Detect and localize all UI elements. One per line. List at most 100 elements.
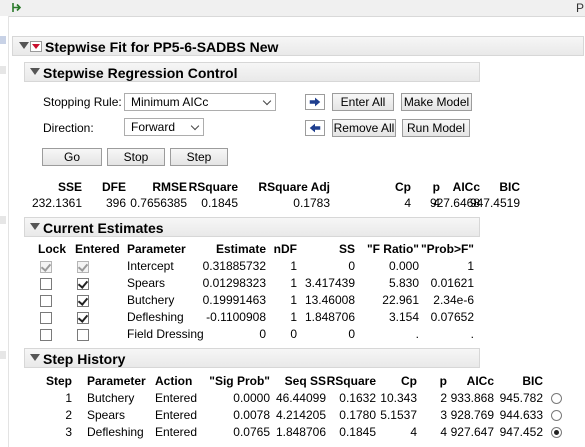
current-estimates-table: Lock Entered Parameter Estimate nDF SS "… xyxy=(36,240,486,345)
estimate-value: 0.31885732 xyxy=(202,259,266,273)
estimates-header-f-ratio: "F Ratio" xyxy=(366,242,419,256)
check-icon xyxy=(77,295,89,306)
history-sig-prob: 0.0000 xyxy=(233,391,270,405)
summary-header: DFE xyxy=(102,180,126,194)
estimate-ndf: 1 xyxy=(290,310,297,324)
estimate-parameter: Spears xyxy=(127,276,166,290)
stopping-rule-label: Stopping Rule: xyxy=(43,95,122,109)
history-sig-prob: 0.0078 xyxy=(233,408,270,422)
entered-checkbox[interactable] xyxy=(77,312,89,324)
history-parameter: Spears xyxy=(87,408,126,422)
current-estimates-header[interactable]: Current Estimates xyxy=(24,217,480,237)
direction-select[interactable]: Forward xyxy=(124,118,204,136)
history-p: 2 xyxy=(440,391,447,405)
lock-checkbox[interactable] xyxy=(40,312,52,324)
entered-checkbox[interactable] xyxy=(77,278,89,290)
history-seq-ss: 4.214205 xyxy=(275,408,326,422)
step-select-radio[interactable] xyxy=(551,410,562,421)
history-action: Entered xyxy=(155,408,198,422)
history-header-p: p xyxy=(439,374,447,388)
radio-dot-icon xyxy=(554,430,559,435)
disclosure-icon[interactable] xyxy=(30,68,40,75)
summary-header: BIC xyxy=(499,180,520,194)
summary-value: 232.1361 xyxy=(31,196,82,210)
step-history-header[interactable]: Step History xyxy=(24,348,480,368)
step-history-table: Step Parameter Action "Sig Prob" Seq SS … xyxy=(36,372,564,444)
history-rsquare: 0.1845 xyxy=(339,425,376,439)
estimate-ndf: 1 xyxy=(290,276,297,290)
gutter-marker xyxy=(0,216,6,224)
stopping-rule-select[interactable]: Minimum AICc xyxy=(124,93,276,111)
control-header[interactable]: Stepwise Regression Control xyxy=(24,62,480,82)
history-p: 4 xyxy=(440,425,447,439)
gutter-marker xyxy=(0,66,6,74)
estimate-ss: 0 xyxy=(348,259,355,273)
make-model-button[interactable]: Make Model xyxy=(401,93,472,111)
history-sig-prob: 0.0765 xyxy=(233,425,270,439)
history-bic: 944.633 xyxy=(499,408,543,422)
estimate-ndf: 1 xyxy=(290,293,297,307)
left-gutter xyxy=(0,16,9,447)
lock-checkbox[interactable] xyxy=(40,295,52,307)
history-step: 1 xyxy=(65,391,72,405)
step-select-radio[interactable] xyxy=(551,393,562,404)
disclosure-icon[interactable] xyxy=(30,354,40,361)
history-header-rsquare: RSquare xyxy=(326,374,376,388)
disclosure-icon[interactable] xyxy=(19,42,29,49)
history-seq-ss: 46.44099 xyxy=(275,391,326,405)
history-header-action: Action xyxy=(155,374,193,388)
summary-table: SSE DFE RMSE RSquare RSquare Adj Cp p AI… xyxy=(32,178,520,212)
disclosure-icon[interactable] xyxy=(30,223,40,230)
history-aicc: 928.769 xyxy=(450,408,494,422)
history-header-parameter: Parameter xyxy=(87,374,146,388)
gutter-marker xyxy=(0,36,6,44)
summary-header: p xyxy=(432,180,440,194)
summary-header: RSquare Adj xyxy=(258,180,330,194)
check-icon xyxy=(77,261,89,272)
step-button[interactable]: Step xyxy=(170,148,228,166)
summary-header: Cp xyxy=(395,180,411,194)
history-parameter: Defleshing xyxy=(87,425,144,439)
estimate-f-ratio: 22.961 xyxy=(382,293,419,307)
check-icon xyxy=(40,261,52,272)
history-cp: 5.1537 xyxy=(380,408,417,422)
chevron-down-icon xyxy=(190,121,200,131)
enter-all-button[interactable]: Enter All xyxy=(332,93,394,111)
lock-checkbox[interactable] xyxy=(40,329,52,341)
estimates-header-entered: Entered xyxy=(75,242,120,256)
summary-header: RMSE xyxy=(152,180,187,194)
history-cp: 4 xyxy=(410,425,417,439)
summary-header: SSE xyxy=(57,180,82,194)
estimate-prob-f: 1 xyxy=(467,259,474,273)
entered-checkbox[interactable] xyxy=(77,295,89,307)
lock-checkbox[interactable] xyxy=(40,278,52,290)
script-icon[interactable] xyxy=(12,2,24,13)
summary-value: 396 xyxy=(105,196,126,210)
entered-checkbox[interactable] xyxy=(77,329,89,341)
history-aicc: 927.647 xyxy=(450,425,494,439)
history-rsquare: 0.1780 xyxy=(339,408,376,422)
history-p: 3 xyxy=(440,408,447,422)
step-select-radio[interactable] xyxy=(551,427,562,438)
run-model-button[interactable]: Run Model xyxy=(402,119,470,137)
chevron-down-icon xyxy=(262,96,272,106)
top-toolbar: P xyxy=(0,0,585,17)
enter-all-arrow-icon[interactable] xyxy=(305,94,325,110)
estimate-f-ratio: . xyxy=(415,327,419,341)
stop-button[interactable]: Stop xyxy=(107,148,165,166)
estimate-f-ratio: 5.830 xyxy=(388,276,419,290)
go-button[interactable]: Go xyxy=(42,148,102,166)
estimates-header-prob-f: "Prob>F" xyxy=(420,242,474,256)
estimate-ss: 13.46008 xyxy=(304,293,355,307)
red-triangle-menu-icon[interactable] xyxy=(30,41,42,52)
report-header[interactable]: Stepwise Fit for PP5-6-SADBS New xyxy=(12,36,584,56)
remove-all-arrow-icon[interactable] xyxy=(305,120,325,136)
check-icon xyxy=(77,312,89,323)
history-header-bic: BIC xyxy=(522,374,543,388)
estimate-ss: 0 xyxy=(348,327,355,341)
history-step: 3 xyxy=(65,425,72,439)
gutter-marker xyxy=(0,351,6,359)
summary-value: 4 xyxy=(404,196,411,210)
remove-all-button[interactable]: Remove All xyxy=(332,119,396,137)
history-bic: 945.782 xyxy=(499,391,543,405)
